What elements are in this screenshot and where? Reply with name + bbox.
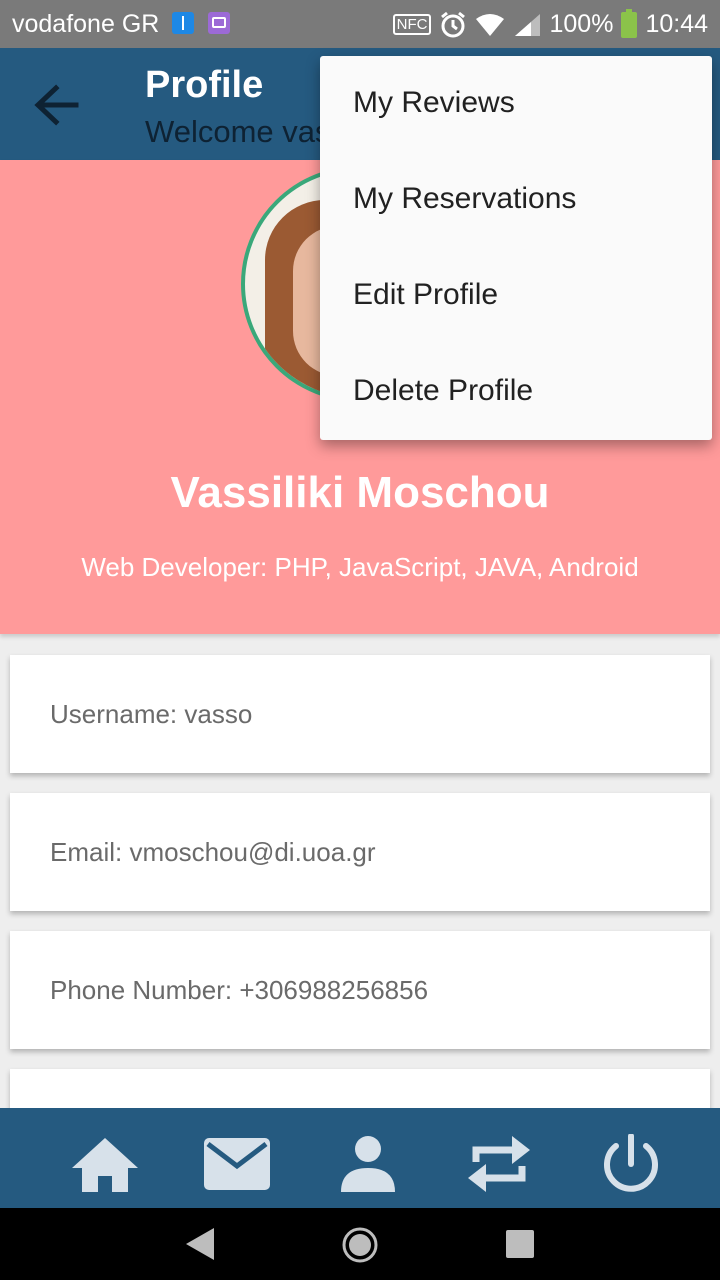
profile-name: Vassiliki Moschou	[170, 468, 550, 517]
battery-icon	[621, 8, 638, 38]
menu-item-label: My Reservations	[353, 182, 577, 215]
person-icon[interactable]	[333, 1134, 403, 1194]
home-icon[interactable]	[70, 1134, 140, 1194]
username-text: Username: vasso	[50, 699, 253, 729]
menu-item-label: My Reviews	[353, 86, 515, 119]
nfc-icon: NFC	[392, 14, 432, 35]
alarm-icon	[441, 11, 466, 37]
signal-icon	[515, 13, 541, 36]
menu-item-my-reservations[interactable]: My Reservations	[320, 152, 712, 248]
usb-icon	[172, 12, 194, 34]
bottom-navigation	[0, 1108, 720, 1208]
mail-icon[interactable]	[202, 1134, 272, 1194]
system-home-icon[interactable]	[341, 1226, 379, 1264]
profile-role: Web Developer: PHP, JavaScript, JAVA, An…	[81, 552, 639, 582]
system-back-icon[interactable]	[182, 1226, 218, 1262]
menu-item-edit-profile[interactable]: Edit Profile	[320, 248, 712, 344]
wifi-icon	[476, 13, 505, 36]
status-bar: vodafone GR NFC 100% 10:44	[0, 0, 720, 48]
page-title: Profile	[145, 64, 264, 106]
menu-item-label: Delete Profile	[353, 374, 534, 407]
email-text: Email: vmoschou@di.uoa.gr	[50, 837, 376, 867]
image-notification-icon	[208, 12, 230, 34]
back-arrow-icon[interactable]	[30, 80, 84, 130]
phone-card: Phone Number: +306988256856	[10, 931, 710, 1049]
menu-item-label: Edit Profile	[353, 278, 499, 311]
overflow-menu: My Reviews My Reservations Edit Profile …	[320, 56, 712, 440]
clock: 10:44	[645, 10, 708, 38]
carrier-label: vodafone GR	[12, 10, 160, 38]
system-navigation-bar	[0, 1208, 720, 1280]
power-icon[interactable]	[596, 1134, 666, 1194]
menu-item-my-reviews[interactable]: My Reviews	[320, 56, 712, 152]
email-card: Email: vmoschou@di.uoa.gr	[10, 793, 710, 911]
phone-text: Phone Number: +306988256856	[50, 975, 429, 1005]
menu-item-delete-profile[interactable]: Delete Profile	[320, 344, 712, 440]
swap-icon[interactable]	[464, 1134, 534, 1194]
username-card: Username: vasso	[10, 655, 710, 773]
system-recents-icon[interactable]	[506, 1230, 534, 1258]
battery-percent: 100%	[549, 10, 614, 38]
